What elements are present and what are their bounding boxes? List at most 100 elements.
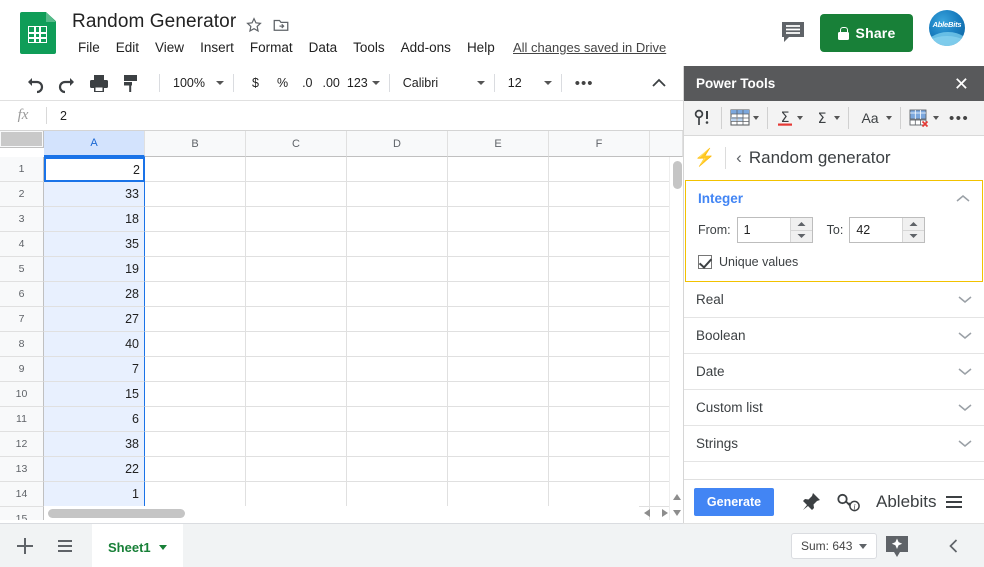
formula-bar[interactable]: fx 2 xyxy=(0,100,683,131)
integer-section-header[interactable]: Integer xyxy=(698,191,970,206)
cell-F12[interactable] xyxy=(549,432,650,457)
to-stepper[interactable] xyxy=(849,217,926,243)
cell-F3[interactable] xyxy=(549,207,650,232)
more-dots-icon[interactable]: ••• xyxy=(944,103,974,133)
decrease-decimal-button[interactable]: .0 xyxy=(297,73,317,93)
zoom-value[interactable]: 100% xyxy=(169,73,209,93)
column-header-b[interactable]: B xyxy=(145,131,246,157)
cell-C8[interactable] xyxy=(246,332,347,357)
cell-F14[interactable] xyxy=(549,482,650,507)
to-increment-icon[interactable] xyxy=(903,218,925,231)
cell-D5[interactable] xyxy=(347,257,448,282)
row-header-12[interactable]: 12 xyxy=(0,432,44,457)
chevron-down-icon[interactable] xyxy=(886,116,892,120)
generate-button[interactable]: Generate xyxy=(694,487,774,516)
cell-D14[interactable] xyxy=(347,482,448,507)
to-input[interactable] xyxy=(850,218,901,242)
menu-item-data[interactable]: Data xyxy=(301,38,346,57)
from-input[interactable] xyxy=(737,218,788,242)
chevron-down-icon[interactable] xyxy=(958,439,972,448)
cell-C7[interactable] xyxy=(246,307,347,332)
row-header-11[interactable]: 11 xyxy=(0,407,44,432)
comment-icon[interactable] xyxy=(781,21,805,43)
cell-B9[interactable] xyxy=(145,357,246,382)
cell-B11[interactable] xyxy=(145,407,246,432)
cell-C6[interactable] xyxy=(246,282,347,307)
cell-A12[interactable]: 38 xyxy=(44,432,145,457)
cell-F1[interactable] xyxy=(549,157,650,182)
menu-item-addons[interactable]: Add-ons xyxy=(393,38,459,57)
cell-D9[interactable] xyxy=(347,357,448,382)
row-header-14[interactable]: 14 xyxy=(0,482,44,507)
cell-E2[interactable] xyxy=(448,182,549,207)
user-avatar[interactable]: AbleBits xyxy=(929,10,965,46)
cell-C14[interactable] xyxy=(246,482,347,507)
cell-E14[interactable] xyxy=(448,482,549,507)
cell-E4[interactable] xyxy=(448,232,549,257)
cell-E8[interactable] xyxy=(448,332,549,357)
row-header-10[interactable]: 10 xyxy=(0,382,44,407)
horizontal-scrollbar[interactable] xyxy=(44,506,639,520)
cell-D8[interactable] xyxy=(347,332,448,357)
cell-B3[interactable] xyxy=(145,207,246,232)
cell-E11[interactable] xyxy=(448,407,549,432)
more-toolbar-options-icon[interactable]: ••• xyxy=(575,75,594,92)
cell-E3[interactable] xyxy=(448,207,549,232)
cell-F9[interactable] xyxy=(549,357,650,382)
cell-B13[interactable] xyxy=(145,457,246,482)
section-row-custom-list[interactable]: Custom list xyxy=(684,390,984,426)
menu-item-format[interactable]: Format xyxy=(242,38,301,57)
cell-C3[interactable] xyxy=(246,207,347,232)
cell-E1[interactable] xyxy=(448,157,549,182)
cell-D6[interactable] xyxy=(347,282,448,307)
chevron-up-icon[interactable] xyxy=(956,194,970,203)
collapse-panel-icon[interactable] xyxy=(944,536,964,556)
cell-F5[interactable] xyxy=(549,257,650,282)
close-icon[interactable]: ✕ xyxy=(951,75,972,93)
font-size-caret-icon[interactable] xyxy=(543,81,552,85)
cell-B12[interactable] xyxy=(145,432,246,457)
back-chevron-icon[interactable]: ‹ xyxy=(736,148,742,168)
section-row-real[interactable]: Real xyxy=(684,282,984,318)
zoom-caret-icon[interactable] xyxy=(215,81,224,85)
save-status-link[interactable]: All changes saved in Drive xyxy=(513,40,666,55)
font-family-select[interactable]: Calibri xyxy=(399,73,477,93)
section-row-boolean[interactable]: Boolean xyxy=(684,318,984,354)
scroll-up-icon[interactable] xyxy=(670,490,683,505)
sum-caret-icon[interactable] xyxy=(859,543,868,549)
cell-B4[interactable] xyxy=(145,232,246,257)
column-header-c[interactable]: C xyxy=(246,131,347,157)
from-decrement-icon[interactable] xyxy=(791,231,812,243)
scroll-left-icon[interactable] xyxy=(639,506,655,520)
cell-A14[interactable]: 1 xyxy=(44,482,145,507)
menu-item-edit[interactable]: Edit xyxy=(108,38,147,57)
tools-icon[interactable] xyxy=(688,103,718,133)
cell-B7[interactable] xyxy=(145,307,246,332)
cell-F11[interactable] xyxy=(549,407,650,432)
menu-item-view[interactable]: View xyxy=(147,38,192,57)
unique-values-label[interactable]: Unique values xyxy=(719,255,798,269)
cell-A4[interactable]: 35 xyxy=(44,232,145,257)
number-format-button[interactable]: 123 xyxy=(345,73,370,93)
cell-C10[interactable] xyxy=(246,382,347,407)
row-header-9[interactable]: 9 xyxy=(0,357,44,382)
cell-C12[interactable] xyxy=(246,432,347,457)
cell-C13[interactable] xyxy=(246,457,347,482)
menu-hamburger-icon[interactable] xyxy=(946,495,963,508)
row-header-7[interactable]: 7 xyxy=(0,307,44,332)
row-header-2[interactable]: 2 xyxy=(0,182,44,207)
row-header-3[interactable]: 3 xyxy=(0,207,44,232)
cell-E6[interactable] xyxy=(448,282,549,307)
sheet-tab-caret-icon[interactable] xyxy=(158,544,167,550)
from-increment-icon[interactable] xyxy=(790,218,812,231)
chevron-down-icon[interactable] xyxy=(958,295,972,304)
cell-E12[interactable] xyxy=(448,432,549,457)
menu-item-tools[interactable]: Tools xyxy=(345,38,393,57)
cell-B2[interactable] xyxy=(145,182,246,207)
cell-A7[interactable]: 27 xyxy=(44,307,145,332)
cell-A1[interactable]: 2 xyxy=(44,157,145,182)
cell-B1[interactable] xyxy=(145,157,246,182)
sum-status-chip[interactable]: Sum: 643 xyxy=(791,533,878,559)
row-header-4[interactable]: 4 xyxy=(0,232,44,257)
cell-A3[interactable]: 18 xyxy=(44,207,145,232)
